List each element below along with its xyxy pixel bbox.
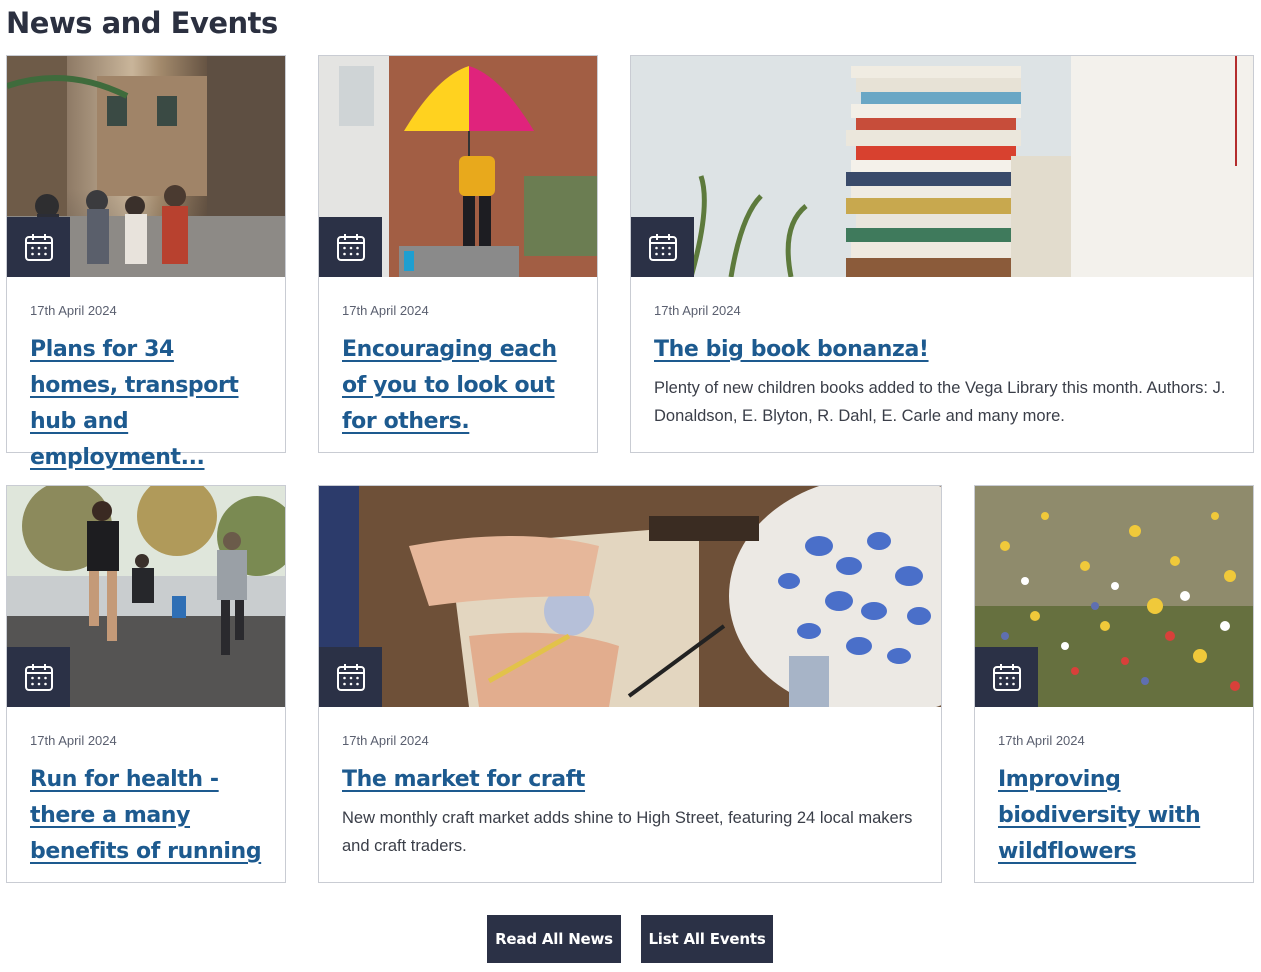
card-date: 17th April 2024	[30, 303, 117, 318]
read-all-news-button[interactable]: Read All News	[487, 915, 621, 963]
calendar-icon	[336, 234, 365, 261]
card-date: 17th April 2024	[998, 733, 1085, 748]
news-card: 17th April 2024 Run for health - there a…	[6, 485, 286, 883]
card-title-link[interactable]: The market for craft	[342, 762, 918, 798]
craft-illustration	[319, 486, 941, 707]
books-illustration	[631, 56, 1253, 277]
card-date: 17th April 2024	[342, 733, 429, 748]
card-image[interactable]	[631, 56, 1253, 277]
card-image[interactable]	[975, 486, 1253, 707]
calendar-badge	[631, 217, 694, 277]
card-title-link[interactable]: Encouraging each of you to look out for …	[342, 332, 574, 440]
card-title-link[interactable]: The big book bonanza!	[654, 332, 1230, 368]
calendar-badge	[319, 647, 382, 707]
card-description: Plenty of new children books added to th…	[654, 379, 1226, 425]
card-date: 17th April 2024	[30, 733, 117, 748]
calendar-icon	[336, 664, 365, 691]
calendar-badge	[319, 217, 382, 277]
card-description: New monthly craft market adds shine to H…	[342, 809, 913, 855]
list-all-events-button[interactable]: List All Events	[641, 915, 773, 963]
calendar-icon	[24, 234, 53, 261]
card-image[interactable]	[319, 486, 941, 707]
card-title-link[interactable]: Improving biodiversity with wildflowers	[998, 762, 1230, 870]
card-title-link[interactable]: Plans for 34 homes, transport hub and em…	[30, 332, 262, 476]
calendar-icon	[24, 664, 53, 691]
calendar-badge	[7, 217, 70, 277]
news-card: 17th April 2024 Plans for 34 homes, tran…	[6, 55, 286, 470]
news-card: 17th April 2024 The market for craft New…	[318, 485, 942, 883]
section-title: News and Events	[6, 6, 278, 40]
card-image[interactable]	[7, 56, 285, 277]
card-image[interactable]	[319, 56, 597, 277]
card-title-link[interactable]: Run for health - there a many benefits o…	[30, 762, 262, 870]
card-date: 17th April 2024	[654, 303, 741, 318]
news-card: 17th April 2024 Improving biodiversity w…	[974, 485, 1254, 883]
news-card: 17th April 2024 Encouraging each of you …	[318, 55, 598, 453]
card-image[interactable]	[7, 486, 285, 707]
calendar-badge	[975, 647, 1038, 707]
news-card: 17th April 2024 The big book bonanza! Pl…	[630, 55, 1254, 453]
calendar-icon	[992, 664, 1021, 691]
calendar-badge	[7, 647, 70, 707]
card-date: 17th April 2024	[342, 303, 429, 318]
calendar-icon	[648, 234, 677, 261]
